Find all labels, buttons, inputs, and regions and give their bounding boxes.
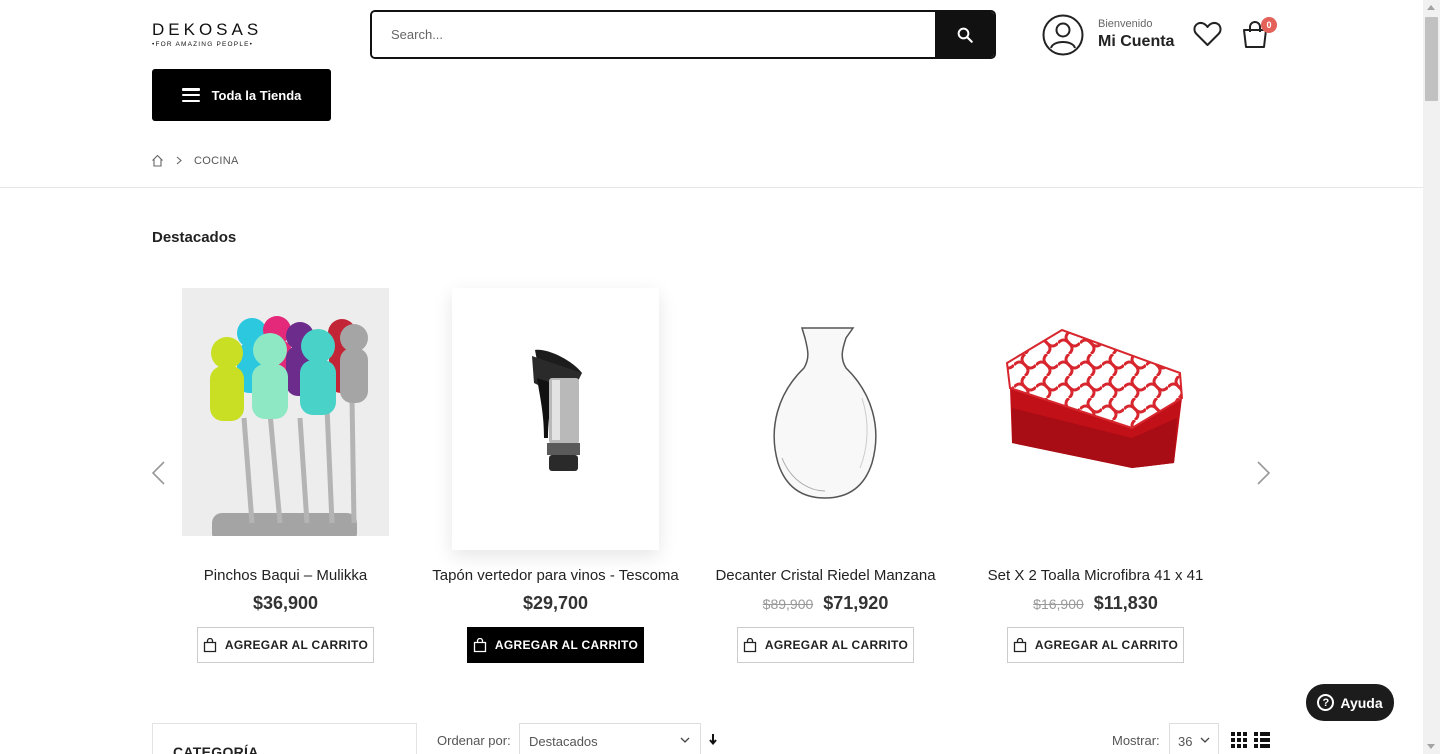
bag-icon xyxy=(1013,637,1027,652)
product-card[interactable]: Tapón vertedor para vinos - Tescoma $29,… xyxy=(432,288,679,663)
show-label: Mostrar: xyxy=(1112,733,1160,748)
logo-tagline: •FOR AMAZING PEOPLE• xyxy=(152,41,254,48)
add-to-cart-label: AGREGAR AL CARRITO xyxy=(764,638,909,652)
welcome-text: Bienvenido xyxy=(1098,18,1153,30)
product-name[interactable]: Decanter Cristal Riedel Manzana xyxy=(702,567,949,584)
add-to-cart-button[interactable]: AGREGAR AL CARRITO xyxy=(1007,627,1184,663)
bag-icon xyxy=(743,637,757,652)
carousel-next-icon[interactable] xyxy=(1256,460,1272,486)
product-prices: $36,900 xyxy=(182,593,389,614)
question-icon: ? xyxy=(1317,694,1335,711)
breadcrumb-current[interactable]: COCINA xyxy=(194,155,239,167)
sort-direction-icon[interactable] xyxy=(708,733,718,745)
home-icon[interactable] xyxy=(151,154,164,167)
scroll-thumb[interactable] xyxy=(1425,17,1438,101)
add-to-cart-button[interactable]: AGREGAR AL CARRITO xyxy=(737,627,914,663)
show-value: 36 xyxy=(1178,734,1193,749)
menu-icon xyxy=(181,88,200,102)
order-label: Ordenar por: xyxy=(437,733,511,748)
scroll-down-icon[interactable] xyxy=(1427,744,1435,749)
product-image[interactable] xyxy=(182,288,389,550)
divider xyxy=(0,187,1423,188)
heart-icon[interactable] xyxy=(1193,21,1222,47)
add-to-cart-label: AGREGAR AL CARRITO xyxy=(1034,638,1179,652)
order-value: Destacados xyxy=(529,734,598,749)
search-button[interactable] xyxy=(935,12,994,57)
bag-icon xyxy=(203,637,217,652)
scrollbar[interactable] xyxy=(1423,0,1440,754)
product-price: $11,830 xyxy=(1093,593,1158,613)
help-button[interactable]: ? Ayuda xyxy=(1306,684,1394,721)
breadcrumb: COCINA xyxy=(151,154,239,167)
section-title: Destacados xyxy=(152,229,237,246)
product-old-price: $89,900 xyxy=(762,596,814,612)
chevron-down-icon xyxy=(1200,737,1210,743)
product-old-price: $16,900 xyxy=(1033,596,1084,612)
scroll-up-icon[interactable] xyxy=(1427,5,1435,10)
product-card[interactable]: Set X 2 Toalla Microfibra 41 x 41 $16,90… xyxy=(988,288,1203,663)
chevron-right-icon xyxy=(176,156,182,165)
product-image[interactable] xyxy=(722,288,929,550)
product-prices: $29,700 xyxy=(452,593,659,614)
product-name[interactable]: Pinchos Baqui – Mulikka xyxy=(162,567,409,584)
add-to-cart-label: AGREGAR AL CARRITO xyxy=(224,638,369,652)
product-prices: $16,900 $11,830 xyxy=(992,593,1199,614)
add-to-cart-label: AGREGAR AL CARRITO xyxy=(494,638,639,652)
product-price: $29,700 xyxy=(522,593,589,613)
account-link[interactable]: Mi Cuenta xyxy=(1098,33,1174,51)
product-price: $36,900 xyxy=(252,593,319,613)
search-icon xyxy=(957,27,973,43)
logo[interactable]: DEKOSAS •FOR AMAZING PEOPLE• xyxy=(152,20,272,48)
carousel-prev-icon[interactable] xyxy=(150,460,166,486)
product-name[interactable]: Set X 2 Toalla Microfibra 41 x 41 xyxy=(972,567,1219,584)
product-card[interactable]: Pinchos Baqui – Mulikka $36,900 AGREGAR … xyxy=(182,288,389,663)
order-select[interactable]: Destacados xyxy=(519,723,701,754)
user-icon[interactable] xyxy=(1042,14,1084,56)
add-to-cart-button[interactable]: AGREGAR AL CARRITO xyxy=(197,627,374,663)
product-name[interactable]: Tapón vertedor para vinos - Tescoma xyxy=(432,567,679,584)
grid-view-icon[interactable] xyxy=(1231,732,1247,748)
list-view-icon[interactable] xyxy=(1254,732,1270,748)
logo-text: DEKOSAS xyxy=(152,20,263,39)
search-input[interactable] xyxy=(372,12,935,57)
category-title[interactable]: CATEGORÍA xyxy=(173,744,259,754)
product-image[interactable] xyxy=(992,288,1199,550)
cart-count-badge: 0 xyxy=(1261,17,1277,33)
show-select[interactable]: 36 xyxy=(1169,723,1219,754)
category-panel: CATEGORÍA xyxy=(152,723,417,754)
help-label: Ayuda xyxy=(1340,694,1383,711)
add-to-cart-button[interactable]: AGREGAR AL CARRITO xyxy=(467,627,644,663)
search-bar xyxy=(370,10,996,59)
product-prices: $89,900 $71,920 xyxy=(722,593,929,614)
all-store-label: Toda la Tienda xyxy=(211,87,302,103)
product-card[interactable]: Decanter Cristal Riedel Manzana $89,900 … xyxy=(715,288,936,663)
chevron-down-icon xyxy=(680,737,690,743)
product-image[interactable] xyxy=(452,288,659,550)
all-store-button[interactable]: Toda la Tienda xyxy=(152,69,331,121)
bag-icon xyxy=(473,637,487,652)
product-price: $71,920 xyxy=(823,593,889,613)
